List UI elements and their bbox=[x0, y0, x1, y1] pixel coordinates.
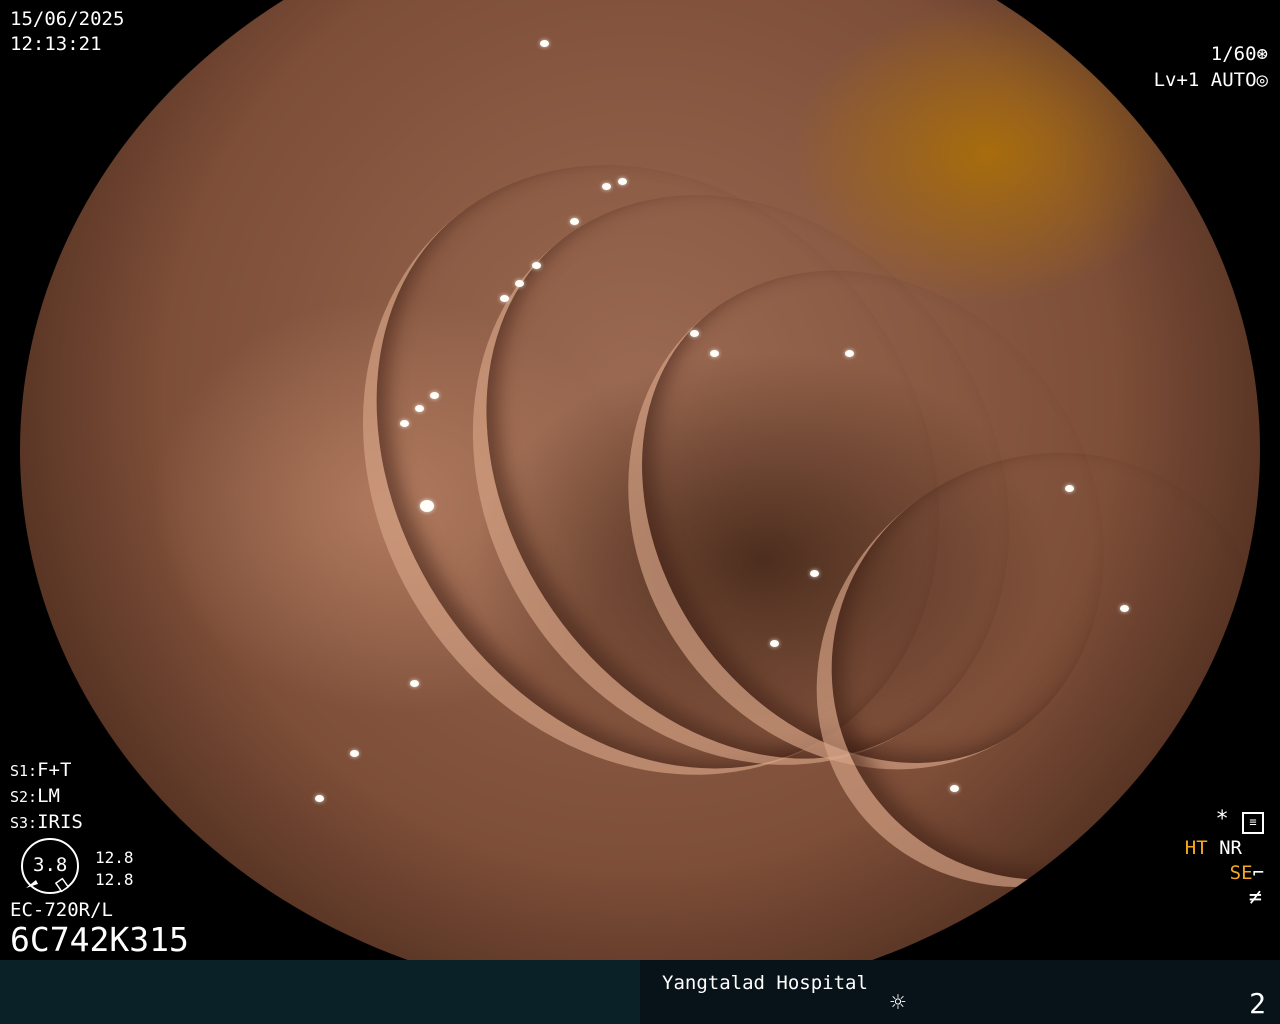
settings-icon: ≡ bbox=[1242, 812, 1264, 834]
nr-indicator: NR bbox=[1219, 837, 1242, 859]
scope-value: 3.8 bbox=[33, 854, 68, 876]
se-indicator: SE bbox=[1229, 862, 1253, 884]
light-reflection bbox=[400, 420, 409, 427]
asterisk-icon: * bbox=[1215, 807, 1229, 832]
shutter-icon: ⊛ bbox=[1256, 43, 1268, 65]
scope-model: EC-720R/L bbox=[10, 899, 113, 921]
switch-settings: S1:F+T S2:LM S3:IRIS bbox=[10, 758, 83, 836]
filter-icon: ≠ bbox=[1248, 885, 1262, 910]
light-reflection bbox=[515, 280, 524, 287]
footer-bar: Yangtalad Hospital ☼ 2 bbox=[0, 960, 1280, 1024]
switch-value: IRIS bbox=[37, 811, 83, 833]
switch-row: S2:LM bbox=[10, 784, 83, 810]
auto-iris-icon: ◎ bbox=[1256, 69, 1268, 91]
light-reflection bbox=[540, 40, 549, 47]
light-reflection bbox=[690, 330, 699, 337]
light-reflection bbox=[430, 392, 439, 399]
shutter-value: 1/60 bbox=[1210, 43, 1257, 65]
light-reflection bbox=[602, 183, 611, 190]
filter-indicator: ≠ bbox=[1249, 886, 1262, 909]
light-reflection bbox=[570, 218, 579, 225]
shutter-setting: 1/60⊛ bbox=[1211, 43, 1268, 66]
switch-key: S1: bbox=[10, 762, 38, 780]
processing-indicators: HT NR bbox=[1185, 837, 1242, 860]
enhancement-icon: ⌐ bbox=[1252, 862, 1264, 884]
exposure-setting: Lv+1 AUTO◎ bbox=[1154, 69, 1268, 92]
settings-indicator: * ≡ bbox=[1215, 807, 1264, 834]
footer-right-panel: Yangtalad Hospital ☼ 2 bbox=[640, 960, 1280, 1024]
switch-value: LM bbox=[37, 785, 60, 807]
switch-row: S3:IRIS bbox=[10, 810, 83, 836]
endoscope-viewport bbox=[0, 0, 1280, 960]
light-reflection bbox=[350, 750, 359, 757]
light-reflection bbox=[1120, 605, 1129, 612]
ht-indicator: HT bbox=[1184, 837, 1208, 859]
scope-bottom-value: 12.8 bbox=[95, 870, 134, 889]
exposure-mode: AUTO bbox=[1210, 69, 1257, 91]
endoscopic-image bbox=[20, 0, 1260, 960]
scope-top-value: 12.8 bbox=[95, 848, 134, 867]
light-reflection bbox=[618, 178, 627, 185]
light-reflection bbox=[315, 795, 324, 802]
light-reflection bbox=[500, 295, 509, 302]
se-indicator-row: SE⌐ bbox=[1230, 862, 1264, 885]
light-reflection bbox=[950, 785, 959, 792]
light-reflection bbox=[415, 405, 424, 412]
switch-row: S1:F+T bbox=[10, 758, 83, 784]
light-reflection bbox=[770, 640, 779, 647]
light-reflection bbox=[410, 680, 419, 687]
scope-serial: 6C742K315 bbox=[10, 920, 189, 959]
scope-gauge: 3.8 bbox=[10, 836, 90, 896]
switch-value: F+T bbox=[37, 759, 72, 781]
light-reflection bbox=[810, 570, 819, 577]
date-display: 15/06/2025 bbox=[10, 8, 125, 30]
light-reflection bbox=[710, 350, 719, 357]
footer-left-panel bbox=[0, 960, 640, 1024]
exposure-level: Lv+1 bbox=[1153, 69, 1200, 91]
hospital-name: Yangtalad Hospital bbox=[662, 972, 868, 994]
switch-key: S3: bbox=[10, 814, 38, 832]
light-reflection bbox=[845, 350, 854, 357]
light-reflection bbox=[1065, 485, 1074, 492]
light-reflection bbox=[420, 500, 434, 512]
page-number: 2 bbox=[1249, 987, 1266, 1020]
time-display: 12:13:21 bbox=[10, 33, 102, 55]
light-icon: ☼ bbox=[890, 988, 906, 1018]
light-reflection bbox=[532, 262, 541, 269]
switch-key: S2: bbox=[10, 788, 38, 806]
